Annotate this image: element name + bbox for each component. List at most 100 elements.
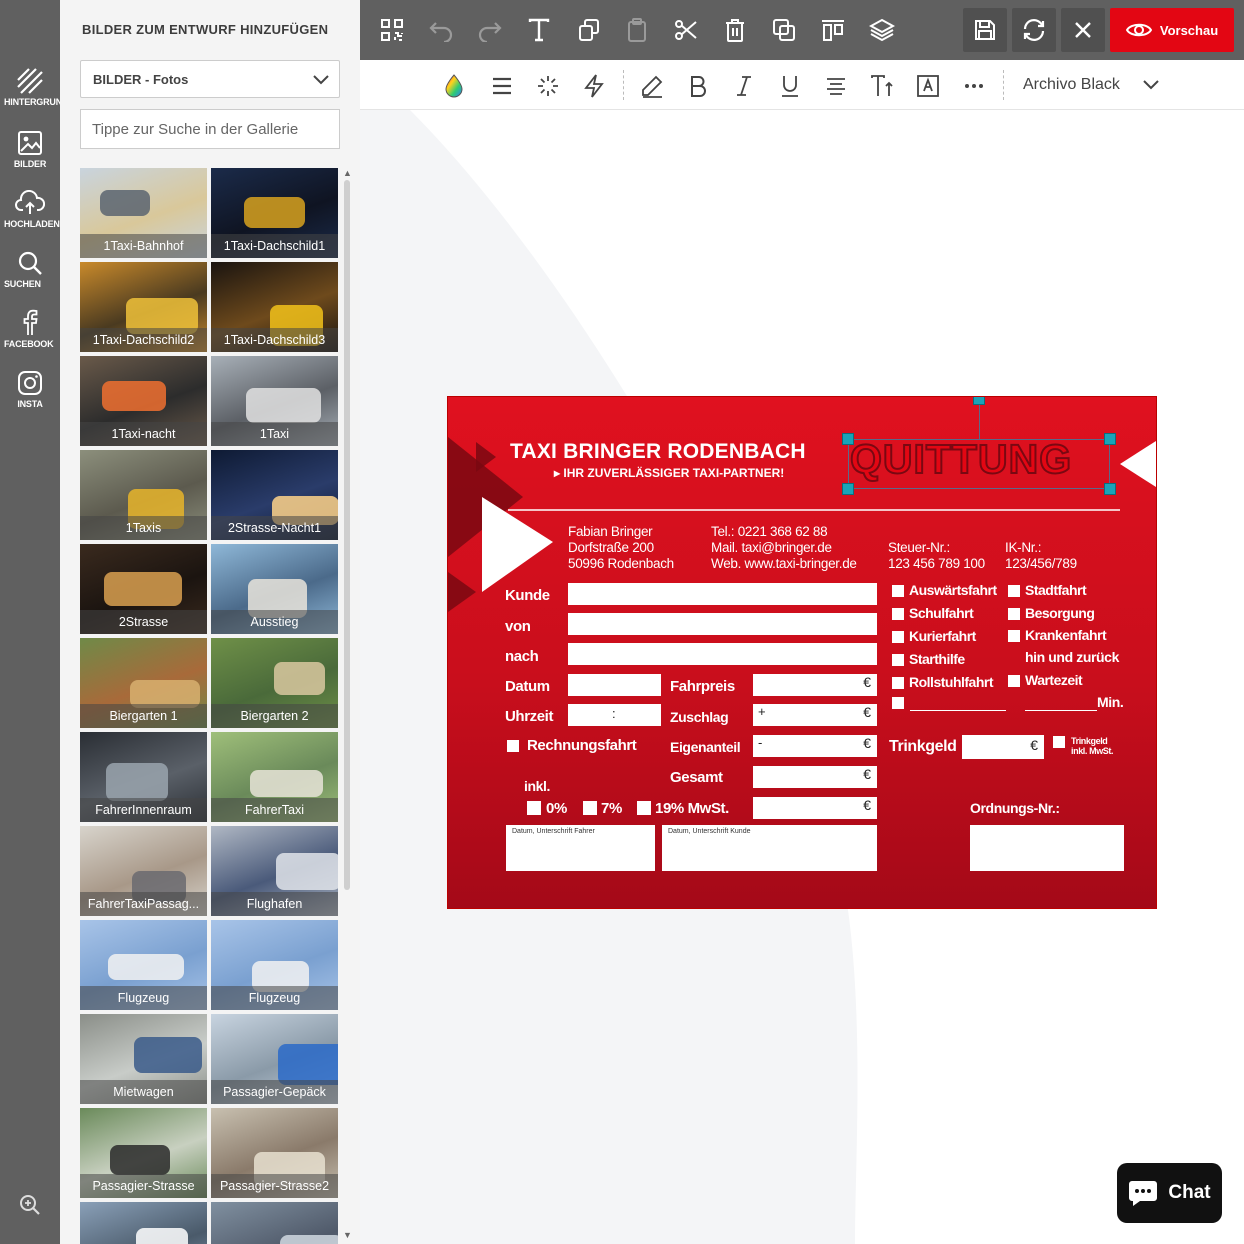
gallery-thumbnail[interactable]: 1Taxi-Dachschild2 (80, 262, 207, 352)
euro-sign: € (863, 766, 871, 782)
rail-item-facebook[interactable]: FACEBOOK (0, 308, 60, 364)
minus-sign: - (758, 735, 763, 750)
flash-button[interactable] (581, 73, 607, 99)
copy-style-icon (579, 19, 599, 41)
gallery-thumbnail[interactable]: FahrerTaxi (211, 732, 338, 822)
scrollbar-thumb[interactable] (344, 180, 350, 890)
rail-item-hintergrund[interactable]: HINTERGRUND (0, 68, 60, 124)
rail-item-suchen[interactable]: SUCHEN (0, 250, 60, 306)
label-vat7: 7% (601, 800, 622, 817)
gallery-search-input[interactable] (80, 109, 340, 149)
gallery-thumbnail[interactable]: 2Strasse (80, 544, 207, 634)
line-height-button[interactable] (489, 73, 515, 99)
thumbnail-label: Flugzeug (80, 986, 207, 1010)
gallery-thumbnail[interactable] (211, 1202, 338, 1244)
gallery-thumbnail[interactable]: Flugzeug (80, 920, 207, 1010)
resize-handle-bl[interactable] (842, 483, 854, 495)
rail-item-bilder[interactable]: BILDER (0, 130, 60, 186)
gallery-thumbnail[interactable]: FahrerTaxiPassag... (80, 826, 207, 916)
font-family-select[interactable]: Archivo Black (1023, 76, 1120, 94)
text-icon (528, 18, 550, 42)
toolbar-divider (1003, 70, 1004, 100)
refresh-icon (1023, 19, 1045, 41)
label-kunde: Kunde (505, 587, 550, 604)
gallery-thumbnail[interactable]: Flughafen (211, 826, 338, 916)
bold-button[interactable] (685, 73, 711, 99)
gallery-thumbnail[interactable]: Ausstieg (211, 544, 338, 634)
gallery-thumbnail[interactable]: FahrerInnenraum (80, 732, 207, 822)
gallery-thumbnail[interactable]: 1Taxi-Dachschild3 (211, 262, 338, 352)
chevron-down-icon[interactable] (1143, 78, 1159, 90)
save-icon (975, 20, 995, 40)
euro-sign: € (1030, 737, 1038, 753)
align-button[interactable] (815, 12, 851, 48)
more-icon (965, 84, 983, 88)
gallery-thumbnail[interactable]: 1Taxi (211, 356, 338, 446)
gallery-scrollbar[interactable]: ▲ ▼ (342, 168, 352, 1244)
pen-icon (642, 75, 663, 98)
underline-button[interactable] (777, 73, 803, 99)
delete-button[interactable] (717, 12, 753, 48)
gallery-thumbnail[interactable]: Passagier-Strasse2 (211, 1108, 338, 1198)
gallery-thumbnail[interactable]: Biergarten 2 (211, 638, 338, 728)
close-button[interactable] (1061, 8, 1105, 52)
label-rechnungsfahrt: Rechnungsfahrt (527, 737, 637, 754)
category-select[interactable]: BILDER - Fotos (80, 60, 340, 98)
gallery-thumbnail[interactable]: 1Taxi-Dachschild1 (211, 168, 338, 258)
qr-code-button[interactable] (374, 12, 410, 48)
rail-label: HINTERGRUND (4, 97, 60, 107)
gallery-thumbnail[interactable]: Passagier-Gepäck (211, 1014, 338, 1104)
label-inkl: inkl. (524, 778, 551, 794)
font-size-button[interactable] (869, 73, 895, 99)
thumbnail-label: Flughafen (211, 892, 338, 916)
cut-button[interactable] (668, 12, 704, 48)
preview-button[interactable]: Vorschau (1110, 8, 1234, 52)
label-uhrzeit: Uhrzeit (505, 708, 554, 725)
gallery-thumbnail[interactable]: 1Taxi-Bahnhof (80, 168, 207, 258)
refresh-button[interactable] (1012, 8, 1056, 52)
rail-item-hochladen[interactable]: HOCHLADEN (0, 190, 60, 246)
resize-handle-tr[interactable] (1104, 433, 1116, 445)
effects-button[interactable] (535, 73, 561, 99)
text-box-button[interactable] (915, 73, 941, 99)
tax-value: 123 456 789 100 (888, 556, 985, 571)
field-nach (568, 643, 877, 665)
more-button[interactable] (961, 73, 987, 99)
gallery-thumbnail[interactable]: 1Taxis (80, 450, 207, 540)
gallery-thumbnail[interactable]: Mietwagen (80, 1014, 207, 1104)
resize-handle-br[interactable] (1104, 483, 1116, 495)
effects-icon (538, 76, 558, 96)
label-min: Min. (1097, 694, 1124, 710)
zoom-in-button[interactable] (18, 1193, 42, 1217)
gallery-thumbnail[interactable] (80, 1202, 207, 1244)
resize-handle-tl[interactable] (842, 433, 854, 445)
rotate-handle[interactable] (973, 397, 985, 405)
gallery-thumbnail[interactable]: 1Taxi-nacht (80, 356, 207, 446)
add-text-button[interactable] (521, 12, 557, 48)
copy-style-button[interactable] (570, 12, 606, 48)
paste-button[interactable] (619, 12, 655, 48)
undo-button[interactable] (423, 12, 459, 48)
duplicate-button[interactable] (766, 12, 802, 48)
pen-button[interactable] (639, 73, 665, 99)
field-fahrpreis: € (753, 674, 877, 696)
gallery-thumbnail[interactable]: Flugzeug (211, 920, 338, 1010)
save-button[interactable] (963, 8, 1007, 52)
scroll-down-icon[interactable]: ▼ (343, 1230, 352, 1240)
thumbnail-image (136, 1228, 188, 1244)
color-button[interactable] (441, 73, 467, 99)
gallery-thumbnail[interactable]: Passagier-Strasse (80, 1108, 207, 1198)
instagram-icon (18, 371, 42, 395)
scroll-up-icon[interactable]: ▲ (343, 168, 352, 178)
layers-button[interactable] (864, 12, 900, 48)
rail-item-insta[interactable]: INSTA (0, 370, 60, 426)
italic-button[interactable] (731, 73, 757, 99)
text-align-button[interactable] (823, 73, 849, 99)
tax-label: Steuer-Nr.: (888, 540, 950, 555)
chat-button[interactable]: Chat (1117, 1163, 1222, 1223)
field-ordnungs (970, 825, 1124, 871)
receipt-design[interactable]: TAXI BRINGER RODENBACH ▸ IHR ZUVERLÄSSIG… (448, 397, 1156, 908)
gallery-thumbnail[interactable]: 2Strasse-Nacht1 (211, 450, 338, 540)
redo-button[interactable] (472, 12, 508, 48)
gallery-thumbnail[interactable]: Biergarten 1 (80, 638, 207, 728)
